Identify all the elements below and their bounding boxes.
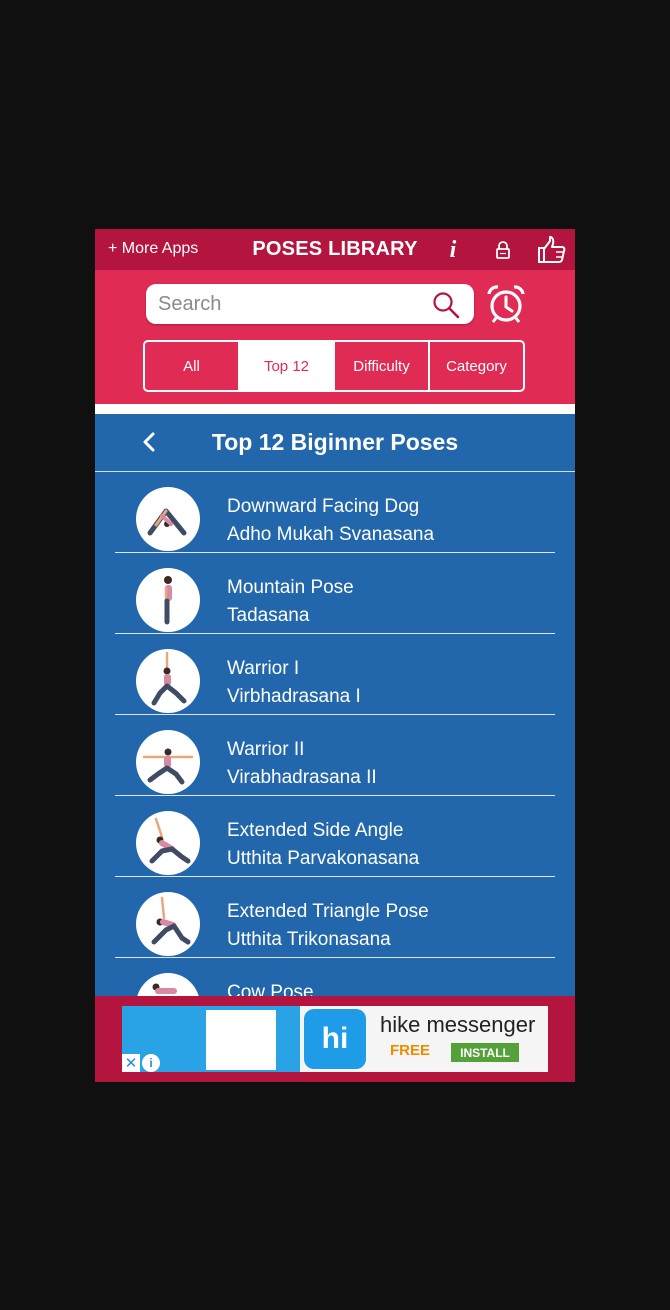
list-title: Top 12 Biginner Poses bbox=[211, 429, 459, 455]
pose-sanskrit-name: Adho Mukah Svanasana bbox=[227, 524, 435, 545]
divider bbox=[95, 404, 575, 414]
pose-text: Mountain Pose Tadasana bbox=[227, 574, 354, 630]
pose-sanskrit-name: Virabhadrasana II bbox=[227, 767, 377, 788]
pose-text: Extended Triangle Pose Utthita Trikonasa… bbox=[227, 898, 429, 954]
pose-name: Cow Pose bbox=[227, 982, 314, 996]
ad-app-name: hike messenger bbox=[380, 1012, 536, 1037]
install-button[interactable]: INSTALL bbox=[451, 1043, 519, 1062]
tab-category[interactable]: Category bbox=[430, 342, 523, 390]
pose-text: Downward Facing Dog Adho Mukah Svanasana bbox=[227, 493, 434, 549]
pose-text: Extended Side Angle Utthita Parvakonasan… bbox=[227, 817, 419, 873]
top-bar: + More Apps POSES LIBRARY i bbox=[95, 229, 575, 270]
pose-list: Downward Facing Dog Adho Mukah Svanasana… bbox=[95, 472, 575, 996]
tab-difficulty[interactable]: Difficulty bbox=[335, 342, 430, 390]
search-input[interactable] bbox=[158, 284, 428, 324]
alarm-clock-icon[interactable] bbox=[486, 284, 526, 324]
ad-chat-list-image bbox=[206, 1010, 276, 1070]
pose-sanskrit-name: Utthita Parvakonasana bbox=[227, 848, 420, 869]
filter-tabs: All Top 12 Difficulty Category bbox=[143, 340, 525, 392]
ad-banner[interactable]: hi hike messenger FREE INSTALL ✕ i bbox=[122, 1006, 548, 1072]
search-icon[interactable] bbox=[432, 291, 460, 319]
pose-text: Cow Pose bbox=[227, 979, 314, 996]
pose-sanskrit-name: Virbhadrasana I bbox=[227, 686, 361, 707]
tab-all[interactable]: All bbox=[145, 342, 240, 390]
ad-info-icon[interactable]: i bbox=[142, 1054, 160, 1072]
pose-sanskrit-name: Tadasana bbox=[227, 605, 310, 626]
list-item[interactable]: Extended Side Angle Utthita Parvakonasan… bbox=[115, 796, 555, 877]
pose-name: Extended Side Angle bbox=[227, 820, 404, 841]
list-item[interactable]: Cow Pose bbox=[115, 958, 555, 996]
pose-thumbnail bbox=[136, 649, 200, 713]
pose-text: Warrior II Virabhadrasana II bbox=[227, 736, 377, 792]
ad-price: FREE bbox=[390, 1042, 431, 1059]
pose-thumbnail bbox=[136, 568, 200, 632]
list-header: Top 12 Biginner Poses bbox=[95, 414, 575, 472]
pose-name: Extended Triangle Pose bbox=[227, 901, 429, 922]
info-icon[interactable]: i bbox=[443, 235, 463, 265]
list-item[interactable]: Warrior II Virabhadrasana II bbox=[115, 715, 555, 796]
search-row bbox=[95, 270, 575, 330]
list-item[interactable]: Warrior I Virbhadrasana I bbox=[115, 634, 555, 715]
list-item[interactable]: Mountain Pose Tadasana bbox=[115, 553, 555, 634]
app-screen: + More Apps POSES LIBRARY i Search All T… bbox=[95, 229, 575, 1082]
search-box bbox=[146, 284, 474, 324]
pose-list-panel: Top 12 Biginner Poses Downward Facing Do… bbox=[95, 414, 575, 996]
pose-name: Mountain Pose bbox=[227, 577, 354, 598]
thumbs-up-icon[interactable] bbox=[535, 235, 567, 265]
pose-name: Downward Facing Dog bbox=[227, 496, 420, 517]
pose-thumbnail bbox=[136, 730, 200, 794]
pose-sanskrit-name: Utthita Trikonasana bbox=[227, 929, 391, 950]
pose-thumbnail bbox=[136, 487, 200, 551]
close-ad-icon[interactable]: ✕ bbox=[122, 1054, 140, 1072]
pose-thumbnail bbox=[136, 811, 200, 875]
tab-top-12[interactable]: Top 12 bbox=[240, 342, 335, 390]
hike-logo-icon: hi bbox=[304, 1009, 366, 1069]
list-item[interactable]: Downward Facing Dog Adho Mukah Svanasana bbox=[115, 472, 555, 553]
ad-banner-bar: hi hike messenger FREE INSTALL ✕ i bbox=[95, 996, 575, 1082]
pose-thumbnail bbox=[136, 973, 200, 996]
pose-name: Warrior II bbox=[227, 739, 305, 760]
lock-icon[interactable] bbox=[493, 235, 513, 265]
pose-thumbnail bbox=[136, 892, 200, 956]
pose-text: Warrior I Virbhadrasana I bbox=[227, 655, 361, 711]
pose-name: Warrior I bbox=[227, 658, 300, 679]
list-item[interactable]: Extended Triangle Pose Utthita Trikonasa… bbox=[115, 877, 555, 958]
